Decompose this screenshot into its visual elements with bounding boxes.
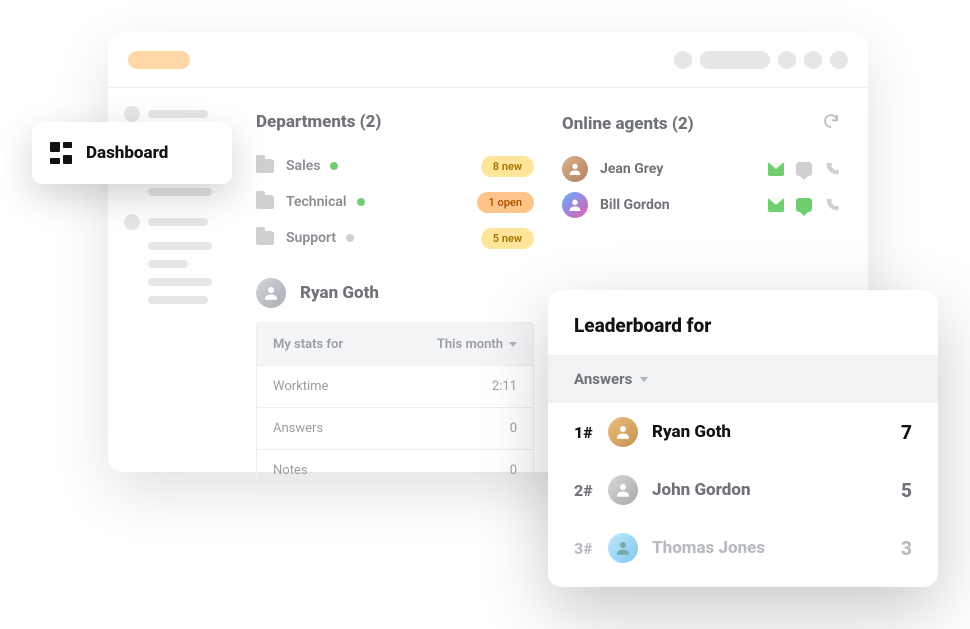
- leaderboard-name: Thomas Jones: [652, 538, 901, 558]
- stats-row: Answers 0: [257, 407, 533, 449]
- status-dot-icon: [330, 162, 338, 170]
- avatar: [562, 192, 588, 218]
- department-row[interactable]: Support 5 new: [256, 220, 534, 256]
- departments-title: Departments (2): [256, 112, 381, 132]
- phone-icon[interactable]: [824, 161, 840, 177]
- refresh-icon: [822, 112, 840, 130]
- leaderboard-rank: 1#: [574, 423, 608, 442]
- leaderboard-filter-label: Answers: [574, 370, 632, 388]
- mail-icon[interactable]: [768, 198, 784, 212]
- leaderboard-filter[interactable]: Answers: [548, 355, 938, 403]
- titlebar-placeholder-dot: [830, 51, 848, 69]
- folder-icon: [256, 195, 274, 209]
- department-name: Sales: [286, 158, 320, 174]
- chevron-down-icon: [509, 342, 517, 347]
- department-name: Technical: [286, 194, 347, 210]
- titlebar-placeholder-dot: [804, 51, 822, 69]
- leaderboard-value: 3: [901, 537, 912, 560]
- department-badge: 5 new: [481, 228, 534, 249]
- departments-section: Departments (2) Sales 8 new Technical: [256, 112, 534, 492]
- refresh-button[interactable]: [822, 112, 840, 135]
- stats-period-select[interactable]: This month: [437, 337, 517, 352]
- status-dot-icon: [357, 198, 365, 206]
- agents-title: Online agents (2): [562, 114, 694, 134]
- leaderboard-name: Ryan Goth: [652, 422, 901, 442]
- dashboard-icon: [50, 142, 72, 164]
- status-dot-icon: [346, 234, 354, 242]
- agent-row[interactable]: Bill Gordon: [562, 187, 840, 223]
- stats-filter-label: My stats for: [273, 337, 343, 352]
- leaderboard-title: Leaderboard for: [548, 290, 938, 355]
- leaderboard-value: 5: [901, 479, 912, 502]
- stats-row: Worktime 2:11: [257, 365, 533, 407]
- leaderboard-row[interactable]: 1# Ryan Goth 7: [548, 403, 938, 461]
- agent-name: Jean Grey: [600, 161, 663, 177]
- folder-icon: [256, 231, 274, 245]
- folder-icon: [256, 159, 274, 173]
- chevron-down-icon: [640, 377, 648, 382]
- titlebar-placeholder-bar: [700, 51, 770, 69]
- leaderboard-row[interactable]: 3# Thomas Jones 3: [548, 519, 938, 577]
- chat-icon[interactable]: [796, 162, 812, 176]
- avatar: [608, 417, 638, 447]
- stats-row: Notes 0: [257, 449, 533, 491]
- leaderboard-rank: 2#: [574, 481, 608, 500]
- agent-name: Bill Gordon: [600, 197, 670, 213]
- titlebar-placeholder-dot: [674, 51, 692, 69]
- department-name: Support: [286, 230, 336, 246]
- stats-row-value: 0: [510, 463, 517, 478]
- stats-row-label: Notes: [273, 463, 308, 478]
- avatar: [608, 533, 638, 563]
- stats-row-label: Answers: [273, 421, 323, 436]
- department-row[interactable]: Sales 8 new: [256, 148, 534, 184]
- avatar: [256, 278, 286, 308]
- avatar: [562, 156, 588, 182]
- department-badge: 1 open: [477, 192, 535, 213]
- dashboard-tab[interactable]: Dashboard: [32, 122, 232, 184]
- leaderboard-value: 7: [901, 421, 912, 444]
- leaderboard-row[interactable]: 2# John Gordon 5: [548, 461, 938, 519]
- leaderboard-name: John Gordon: [652, 480, 901, 500]
- phone-icon[interactable]: [824, 197, 840, 213]
- mail-icon[interactable]: [768, 162, 784, 176]
- titlebar-placeholder-dot: [778, 51, 796, 69]
- titlebar-accent: [128, 51, 190, 69]
- stats-table: My stats for This month Worktime 2:11: [256, 322, 534, 492]
- dashboard-label: Dashboard: [86, 143, 168, 163]
- chat-icon[interactable]: [796, 198, 812, 212]
- stats-filter-row[interactable]: My stats for This month: [257, 323, 533, 365]
- leaderboard-rank: 3#: [574, 539, 608, 558]
- agent-row[interactable]: Jean Grey: [562, 151, 840, 187]
- avatar: [608, 475, 638, 505]
- window-titlebar: [108, 32, 868, 88]
- department-badge: 8 new: [481, 156, 534, 177]
- my-stats-card: Ryan Goth My stats for This month: [256, 278, 534, 492]
- stats-row-value: 2:11: [492, 379, 517, 394]
- department-row[interactable]: Technical 1 open: [256, 184, 534, 220]
- stats-user-name: Ryan Goth: [300, 283, 379, 303]
- leaderboard-card: Leaderboard for Answers 1# Ryan Goth 7 2…: [548, 290, 938, 587]
- stats-row-label: Worktime: [273, 379, 328, 394]
- stats-row-value: 0: [510, 421, 517, 436]
